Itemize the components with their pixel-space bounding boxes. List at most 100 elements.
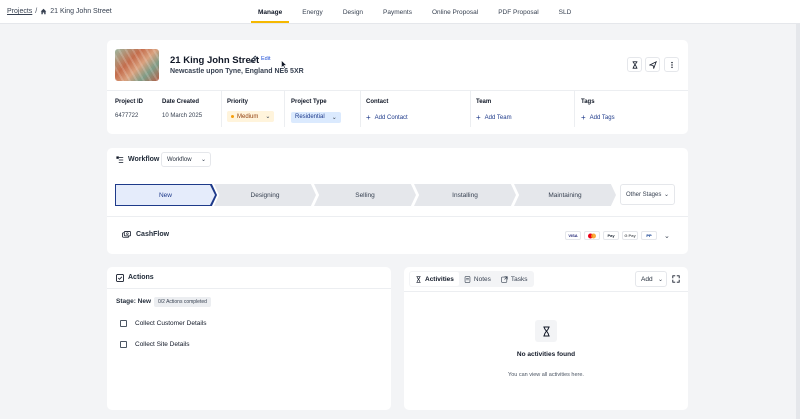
page-scrollbar[interactable] (796, 24, 800, 419)
tab-pdf-proposal[interactable]: PDF Proposal (488, 0, 548, 24)
action-checkbox[interactable] (120, 320, 127, 327)
contact-field: Contact + Add Contact (366, 99, 408, 125)
workflow-stages: New Designing Selling Installing Maintai… (115, 184, 616, 206)
date-created-value: 10 March 2025 (162, 113, 203, 119)
apple-pay-icon: Pay (603, 231, 619, 240)
project-id-field: Project ID 6477722 (115, 99, 143, 119)
contact-label: Contact (366, 99, 389, 105)
expand-icon[interactable] (672, 275, 680, 283)
plus-icon: + (366, 113, 371, 122)
add-contact-button[interactable]: + Add Contact (366, 114, 408, 122)
action-checkbox[interactable] (120, 341, 127, 348)
chevron-down-icon: ⌄ (200, 157, 206, 163)
add-team-label: Add Team (484, 115, 512, 121)
send-button[interactable] (645, 57, 660, 72)
project-type-label: Project Type (291, 99, 327, 105)
tab-tasks-label: Tasks (510, 275, 528, 283)
priority-dot-icon (231, 115, 234, 118)
payment-methods: VISA Pay G Pay PP (565, 231, 657, 240)
stage-installing[interactable]: Installing (414, 184, 516, 206)
hourglass-icon (416, 275, 421, 283)
stage-designing[interactable]: Designing (214, 184, 316, 206)
action-item-label: Collect Site Details (135, 341, 190, 348)
project-id-label: Project ID (115, 99, 144, 105)
tab-notes[interactable]: Notes (459, 272, 496, 286)
tags-label: Tags (581, 99, 595, 105)
stage-new-label: New (116, 185, 215, 205)
other-stages-label: Other Stages (626, 191, 662, 198)
divider (284, 91, 285, 127)
workflow-select-value: Workflow (167, 157, 192, 163)
plus-icon: + (581, 113, 586, 122)
tab-sld[interactable]: SLD (549, 0, 582, 24)
priority-select[interactable]: Medium ⌄ (227, 111, 275, 122)
tab-notes-label: Notes (473, 275, 491, 283)
action-item[interactable]: Collect Site Details (120, 341, 190, 348)
team-field: Team + Add Team (476, 99, 512, 125)
divider (107, 90, 688, 91)
project-id-value: 6477722 (115, 113, 139, 119)
more-options-button[interactable] (664, 57, 679, 72)
notes-icon (464, 275, 471, 283)
divider (404, 291, 688, 292)
chevron-down-icon[interactable]: ⌄ (664, 232, 670, 240)
cashflow-icon (122, 231, 131, 238)
breadcrumb-projects-link[interactable]: Projects (7, 8, 32, 15)
pencil-icon[interactable] (250, 55, 258, 63)
other-stages-select[interactable]: Other Stages ⌄ (620, 184, 675, 205)
activity-tabs: Activities Notes Tasks (409, 271, 534, 287)
tags-field: Tags + Add Tags (581, 99, 615, 125)
hourglass-icon (632, 60, 637, 69)
actions-title: Actions (128, 274, 154, 281)
tab-activities[interactable]: Activities (410, 272, 459, 286)
tab-manage[interactable]: Manage (248, 0, 292, 24)
main-tabs: Manage Energy Design Payments Online Pro… (248, 0, 581, 24)
project-type-select[interactable]: Residential ⌄ (291, 111, 341, 123)
breadcrumb-current: 21 King John Street (50, 8, 112, 15)
workflow-icon (116, 156, 124, 163)
mastercard-icon (584, 231, 600, 240)
hourglass-button[interactable] (627, 57, 642, 72)
action-item-label: Collect Customer Details (135, 320, 207, 327)
priority-field: Priority Medium ⌄ (227, 99, 275, 123)
add-tags-button[interactable]: + Add Tags (581, 114, 615, 122)
stage-selling[interactable]: Selling (314, 184, 416, 206)
project-thumbnail[interactable] (115, 49, 159, 81)
workflow-select[interactable]: Workflow ⌄ (161, 152, 211, 167)
action-item[interactable]: Collect Customer Details (120, 320, 207, 327)
tab-online-proposal[interactable]: Online Proposal (422, 0, 488, 24)
project-summary-card: 21 King John Street Edit Newcastle upon … (107, 40, 688, 134)
stage-new[interactable]: New (115, 184, 217, 206)
tasks-icon (501, 275, 508, 283)
date-created-field: Date Created 10 March 2025 (162, 99, 202, 119)
top-navigation: Projects / 21 King John Street Manage En… (0, 0, 800, 24)
chevron-down-icon: ⌄ (331, 114, 337, 121)
project-title: 21 King John Street (170, 55, 260, 66)
project-address: Newcastle upon Tyne, England NE6 5XR (170, 68, 304, 75)
team-label: Team (476, 99, 492, 105)
breadcrumb: Projects / 21 King John Street (7, 8, 112, 15)
divider (107, 288, 391, 289)
priority-label: Priority (227, 99, 249, 105)
tab-payments[interactable]: Payments (373, 0, 422, 24)
add-tags-label: Add Tags (589, 115, 615, 121)
visa-icon: VISA (565, 231, 581, 240)
tab-tasks[interactable]: Tasks (496, 272, 533, 286)
add-activity-button[interactable]: Add ⌄ (635, 271, 667, 287)
add-team-button[interactable]: + Add Team (476, 114, 512, 122)
stage-maintaining[interactable]: Maintaining (514, 184, 616, 206)
chevron-down-icon: ⌄ (657, 277, 663, 283)
send-icon (648, 60, 657, 69)
actions-card: Actions Stage: New 0/2 Actions completed… (107, 267, 391, 410)
project-type-value: Residential (295, 114, 325, 120)
tab-design[interactable]: Design (333, 0, 373, 24)
empty-state-subtitle: You can view all activities here. (508, 372, 584, 378)
workflow-card: Workflow Workflow ⌄ New Designing Sellin… (107, 148, 688, 254)
divider (574, 91, 575, 127)
edit-project-link[interactable]: Edit (261, 56, 270, 62)
breadcrumb-separator: / (35, 8, 38, 15)
tab-energy[interactable]: Energy (292, 0, 333, 24)
divider (360, 91, 361, 127)
add-contact-label: Add Contact (374, 115, 408, 121)
date-created-label: Date Created (162, 99, 200, 105)
